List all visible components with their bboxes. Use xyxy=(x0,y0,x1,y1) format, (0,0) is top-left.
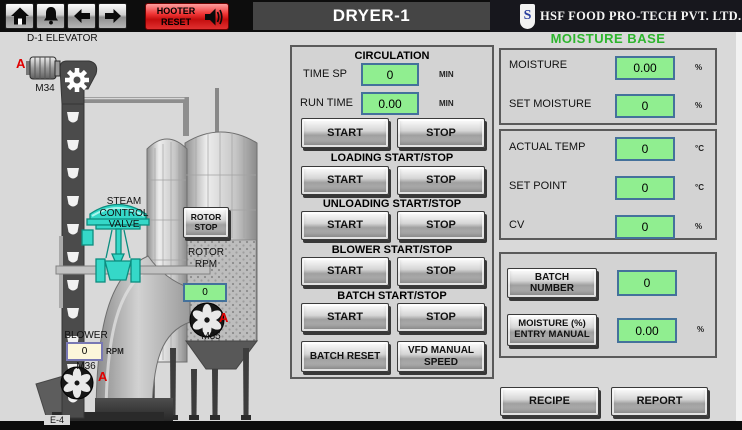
vfd-manual-speed-button[interactable]: VFD MANUALSPEED xyxy=(397,341,485,372)
blower-stop-button[interactable]: STOP xyxy=(397,257,485,286)
cv-value: 0 xyxy=(615,215,675,239)
moisture-entry-value[interactable]: 0.00 xyxy=(617,318,677,343)
batch-number-button[interactable]: BATCH NUMBER xyxy=(507,268,597,298)
blower-rpm-value: 0 xyxy=(66,342,103,361)
hooter-reset-button[interactable]: HOOTER RESET xyxy=(145,3,229,30)
rotor-rpm-label: ROTORRPM xyxy=(183,247,229,270)
home-button[interactable] xyxy=(5,3,34,29)
batch-stop-button[interactable]: STOP xyxy=(397,303,485,332)
batch-reset-button[interactable]: BATCH RESET xyxy=(301,341,389,372)
batch-number-value[interactable]: 0 xyxy=(617,270,677,296)
set-moisture-label: SET MOISTURE xyxy=(509,98,591,110)
motor-m34-label: M34 xyxy=(30,83,60,95)
run-time-label: RUN TIME xyxy=(300,97,353,109)
actual-temp-unit: °C xyxy=(695,144,704,153)
steam-valve-label: STEAM CONTROL VALVE xyxy=(88,196,160,231)
report-button[interactable]: REPORT xyxy=(611,387,708,416)
motor-m35-label: M35 xyxy=(196,331,226,343)
page-title: DRYER-1 xyxy=(253,2,490,30)
motor-m36-label: M36 xyxy=(71,361,101,373)
loading-start-button[interactable]: START xyxy=(301,166,389,195)
run-time-value: 0.00 xyxy=(361,92,419,115)
alarm-a-m35: A xyxy=(219,310,228,325)
blower-rpm-unit: RPM xyxy=(106,347,124,356)
dryer-hmi-screen: HOOTER RESET DRYER-1 S HSF FOOD PRO-TECH… xyxy=(0,0,742,430)
moisture-label: MOISTURE xyxy=(509,59,567,71)
circulation-stop-button[interactable]: STOP xyxy=(397,118,485,148)
unloading-section-header: UNLOADING START/STOP xyxy=(292,198,492,210)
cv-label: CV xyxy=(509,219,524,231)
company-logo: S HSF FOOD PRO-TECH PVT. LTD. xyxy=(490,0,742,32)
next-page-button[interactable] xyxy=(98,3,127,29)
batch-box: BATCH NUMBER 0 MOISTURE (%)ENTRY MANUAL … xyxy=(499,252,717,358)
bell-icon xyxy=(41,6,61,26)
hooter-reset-label: HOOTER RESET xyxy=(151,6,201,28)
moisture-box: MOISTURE 0.00 % SET MOISTURE 0 % xyxy=(499,48,717,125)
time-sp-unit: MIN xyxy=(439,70,454,79)
batch-start-button[interactable]: START xyxy=(301,303,389,332)
moisture-base-title: MOISTURE BASE xyxy=(499,31,717,46)
circulation-panel: CIRCULATION TIME SP 0 MIN RUN TIME 0.00 … xyxy=(290,45,494,379)
recipe-button[interactable]: RECIPE xyxy=(500,387,599,416)
temperature-box: ACTUAL TEMP 0 °C SET POINT 0 °C CV 0 % xyxy=(499,129,717,240)
speaker-icon xyxy=(203,6,225,28)
set-point-label: SET POINT xyxy=(509,180,567,192)
alarm-a-m36: A xyxy=(98,369,107,384)
rotor-rpm-value: 0 xyxy=(183,283,227,302)
logo-letter: S xyxy=(524,8,532,24)
circulation-title: CIRCULATION xyxy=(292,50,492,62)
time-sp-value[interactable]: 0 xyxy=(361,63,419,86)
arrow-right-icon xyxy=(103,6,123,26)
alarm-a-m34: A xyxy=(16,56,25,71)
right-edge-strip xyxy=(736,32,742,421)
actual-temp-label: ACTUAL TEMP xyxy=(509,141,585,153)
unloading-start-button[interactable]: START xyxy=(301,211,389,240)
run-time-unit: MIN xyxy=(439,99,454,108)
loading-section-header: LOADING START/STOP xyxy=(292,152,492,164)
toolbar: HOOTER RESET DRYER-1 S HSF FOOD PRO-TECH… xyxy=(0,0,742,32)
set-point-value[interactable]: 0 xyxy=(615,176,675,200)
batch-section-header: BATCH START/STOP xyxy=(292,290,492,302)
motor-m34-icon xyxy=(26,57,60,79)
blower-label: BLOWER xyxy=(63,330,109,342)
elevator-label: D-1 ELEVATOR xyxy=(27,33,107,45)
loading-stop-button[interactable]: STOP xyxy=(397,166,485,195)
moisture-entry-unit: % xyxy=(697,325,704,334)
set-moisture-unit: % xyxy=(695,101,702,110)
home-icon xyxy=(10,6,30,26)
cv-unit: % xyxy=(695,222,702,231)
blower-section-header: BLOWER START/STOP xyxy=(292,244,492,256)
logo-shield-icon: S xyxy=(520,4,535,29)
set-point-unit: °C xyxy=(695,183,704,192)
circulation-start-button[interactable]: START xyxy=(301,118,389,148)
time-sp-label: TIME SP xyxy=(303,68,347,80)
moisture-value: 0.00 xyxy=(615,56,675,80)
unloading-stop-button[interactable]: STOP xyxy=(397,211,485,240)
moisture-entry-manual-button[interactable]: MOISTURE (%)ENTRY MANUAL xyxy=(507,314,597,346)
prev-page-button[interactable] xyxy=(67,3,96,29)
bottom-bar xyxy=(0,421,742,430)
blower-start-button[interactable]: START xyxy=(301,257,389,286)
rotor-stop-button[interactable]: ROTORSTOP xyxy=(183,207,229,238)
feed-pipe xyxy=(84,99,186,137)
gear-icon xyxy=(65,68,89,92)
alarm-bell-button[interactable] xyxy=(36,3,65,29)
moisture-unit: % xyxy=(695,63,702,72)
company-name: HSF FOOD PRO-TECH PVT. LTD. xyxy=(540,9,741,24)
elevator-bottom-label: E-4 xyxy=(44,415,70,425)
actual-temp-value: 0 xyxy=(615,137,675,161)
arrow-left-icon xyxy=(72,6,92,26)
set-moisture-value[interactable]: 0 xyxy=(615,94,675,118)
